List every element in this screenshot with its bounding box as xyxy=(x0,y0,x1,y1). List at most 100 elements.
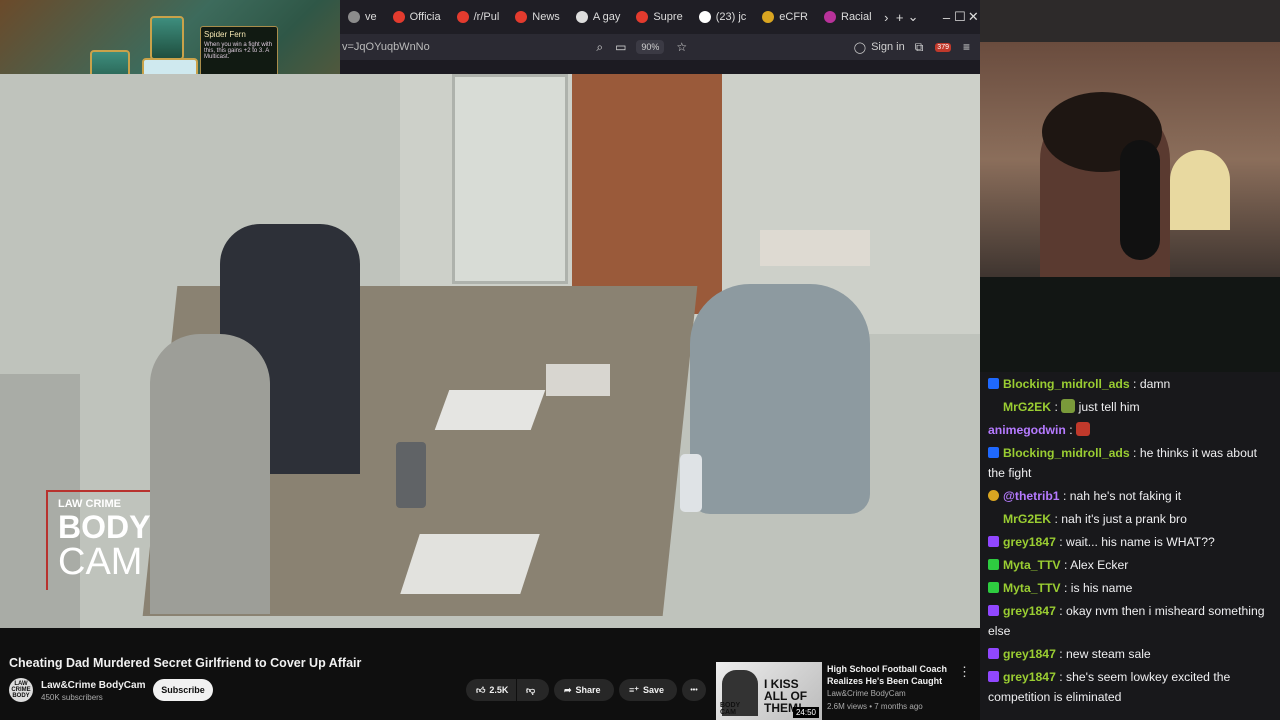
badge-icon xyxy=(988,447,999,458)
browser-tab[interactable]: Racial xyxy=(816,0,880,34)
chat-text: Alex Ecker xyxy=(1070,558,1129,572)
chat-message: @thetrib1 : nah he's not faking it xyxy=(988,486,1276,506)
cast-icon[interactable]: ▭ xyxy=(615,40,626,54)
tab-label: /r/Pul xyxy=(473,11,500,23)
video-water-bottle xyxy=(680,454,702,512)
more-options-icon[interactable]: ⋮ xyxy=(958,664,971,680)
tab-label: Supre xyxy=(653,11,683,23)
emote-icon xyxy=(1076,422,1091,436)
browser-tab[interactable]: News xyxy=(507,0,568,34)
channel-avatar[interactable]: LAW CRIME BODY xyxy=(9,678,33,702)
chat-text: nah he's not faking it xyxy=(1069,489,1182,503)
badge-icon xyxy=(988,378,999,389)
chat-username[interactable]: @thetrib1 xyxy=(1003,489,1060,503)
browser-tab[interactable]: Supre xyxy=(628,0,690,34)
chat-username[interactable]: grey1847 xyxy=(1003,535,1056,549)
video-person-woman xyxy=(150,334,270,614)
browser-tab[interactable]: (23) jc xyxy=(691,0,755,34)
save-label: Save xyxy=(643,685,665,695)
sign-in-button[interactable]: ◯ Sign in xyxy=(854,41,905,54)
tab-label: (23) jc xyxy=(715,11,747,23)
microphone-icon xyxy=(1120,140,1160,260)
chat-username[interactable]: animegodwin xyxy=(988,423,1066,437)
chat-username[interactable]: MrG2EK xyxy=(1003,400,1051,414)
chat-username[interactable]: grey1847 xyxy=(1003,604,1056,618)
recommendation-title[interactable]: High School Football Coach Realizes He's… xyxy=(827,663,947,687)
zoom-level[interactable]: 90% xyxy=(636,40,665,54)
screen: Spider Fern When you win a fight with th… xyxy=(0,0,1280,720)
tab-list-icon[interactable]: ⌄ xyxy=(906,9,919,25)
chat-text: damn xyxy=(1139,377,1171,391)
url-text[interactable]: v=JqOYuqbWnNo xyxy=(342,41,430,53)
video-window xyxy=(452,74,568,284)
webcam-lower-area xyxy=(980,277,1280,372)
browser-tab[interactable]: /r/Pul xyxy=(449,0,508,34)
video-paper xyxy=(434,390,546,430)
thumbs-up-icon: 👍︎ xyxy=(476,684,486,695)
dislike-button[interactable]: 👎︎ xyxy=(517,679,549,701)
browser-tab[interactable]: A gay xyxy=(568,0,629,34)
chat-message: grey1847 : wait... his name is WHAT?? xyxy=(988,532,1276,552)
extensions-icon[interactable]: ⧉ xyxy=(915,40,924,55)
chat-message: grey1847 : new steam sale xyxy=(988,644,1276,664)
chat-text: nah it's just a prank bro xyxy=(1061,512,1187,526)
more-actions-button[interactable]: ••• xyxy=(682,679,706,701)
chat-username[interactable]: Myta_TTV xyxy=(1003,581,1061,595)
subscribe-button[interactable]: Subscribe xyxy=(153,679,213,701)
maximize-button[interactable]: ☐ xyxy=(953,9,966,25)
chat-message: Myta_TTV : is his name xyxy=(988,578,1276,598)
recommendation-thumbnail[interactable]: BODY CAM I KISS ALL OF THEM! 24:50 xyxy=(716,662,822,720)
url-bar[interactable]: v=JqOYuqbWnNo ⌕ ▭ 90% ☆ ◯ Sign in ⧉ 379 … xyxy=(340,34,980,60)
chat-username[interactable]: grey1847 xyxy=(1003,647,1056,661)
chat-text: is his name xyxy=(1070,581,1133,595)
badge-icon xyxy=(988,648,999,659)
video-person-man xyxy=(690,284,870,514)
recommendation-channel[interactable]: Law&Crime BodyCam xyxy=(827,689,906,698)
watermark-body: BODY xyxy=(58,509,151,545)
thumbnail-small-text: BODY CAM xyxy=(720,702,741,716)
account-icon: ◯ xyxy=(853,41,867,54)
tab-label: News xyxy=(532,11,560,23)
tab-label: Officia xyxy=(409,11,441,23)
bookmark-star-icon[interactable]: ☆ xyxy=(676,40,687,54)
chat-username[interactable]: MrG2EK xyxy=(1003,512,1051,526)
chat-text: new steam sale xyxy=(1066,647,1151,661)
badge-icon xyxy=(988,536,999,547)
recommendation-meta: 2.6M views • 7 months ago xyxy=(827,702,923,711)
notification-count[interactable]: 379 xyxy=(935,42,951,52)
new-tab-button[interactable]: + xyxy=(893,10,906,25)
chat-message: animegodwin : xyxy=(988,420,1276,440)
chat-username[interactable]: Blocking_midroll_ads xyxy=(1003,377,1130,391)
chat-username[interactable]: Blocking_midroll_ads xyxy=(1003,446,1130,460)
chat-username[interactable]: grey1847 xyxy=(1003,670,1056,684)
channel-name[interactable]: Law&Crime BodyCam xyxy=(41,680,145,691)
browser-tab-bar: ve Officia /r/Pul News A gay Supre (23) … xyxy=(340,0,980,34)
badge-icon xyxy=(988,671,999,682)
card-tooltip-text: When you win a fight with this, this gai… xyxy=(204,42,273,60)
search-icon[interactable]: ⌕ xyxy=(596,40,603,55)
video-cup xyxy=(396,442,426,508)
video-cabinet xyxy=(760,230,870,266)
tab-label: eCFR xyxy=(779,11,808,23)
emote-icon xyxy=(1061,399,1076,413)
close-window-button[interactable]: ✕ xyxy=(967,9,980,25)
save-button[interactable]: ≡⁺ Save xyxy=(619,679,677,701)
chat-username[interactable]: Myta_TTV xyxy=(1003,558,1061,572)
chat-message: grey1847 : okay nvm then i misheard some… xyxy=(988,604,1265,638)
video-paper xyxy=(400,534,540,594)
browser-tab[interactable]: Officia xyxy=(385,0,449,34)
minimize-button[interactable]: – xyxy=(940,10,953,25)
tab-label: A gay xyxy=(592,11,621,23)
subscriber-count: 450K subscribers xyxy=(41,693,103,702)
chat-message: MrG2EK : just tell him xyxy=(1003,399,1140,414)
browser-tab[interactable]: eCFR xyxy=(754,0,816,34)
tab-favicon-icon xyxy=(348,11,360,23)
tab-label: ve xyxy=(365,11,377,23)
browser-tab[interactable]: ve xyxy=(340,0,385,34)
tab-scroll-icon[interactable]: › xyxy=(880,10,893,25)
share-button[interactable]: ➦ Share xyxy=(554,679,614,701)
video-door xyxy=(572,74,722,314)
like-button[interactable]: 👍︎ 2.5K xyxy=(466,679,516,701)
menu-icon[interactable]: ≡ xyxy=(963,40,970,54)
webcam-top-bar xyxy=(980,0,1280,42)
